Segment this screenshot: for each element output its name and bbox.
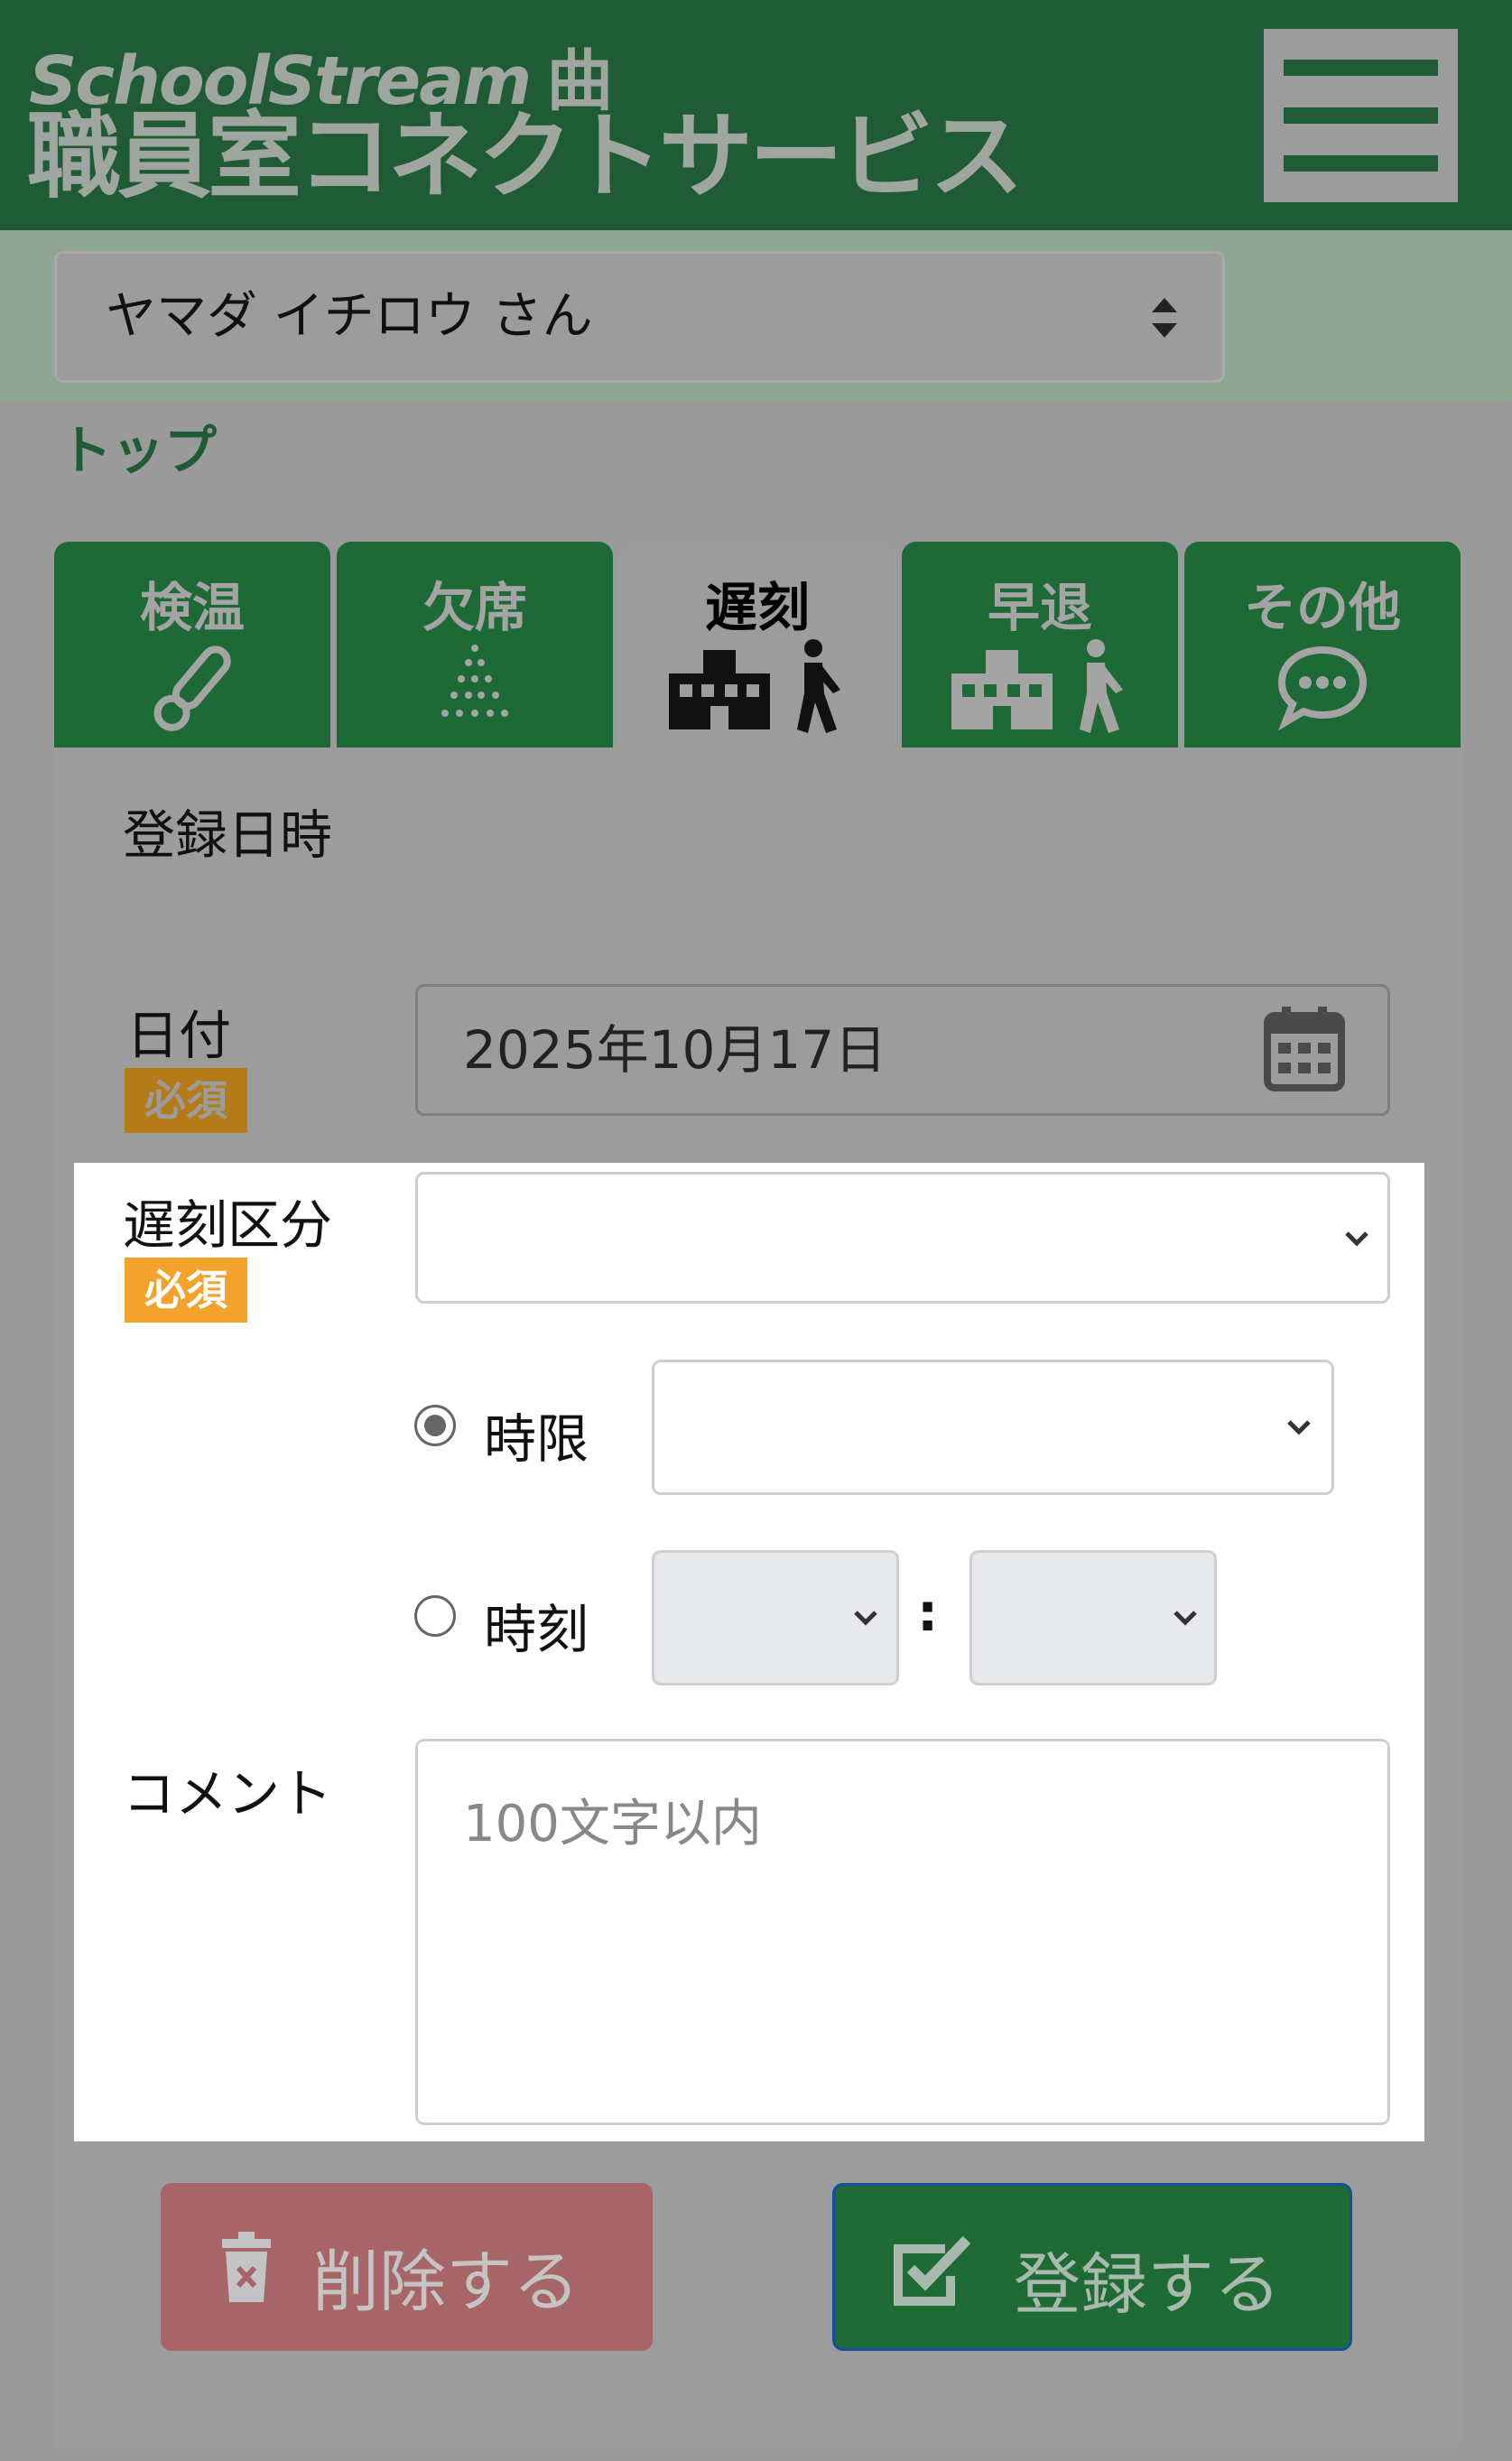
period-radio[interactable] (414, 1405, 456, 1446)
chevron-down-icon (854, 1611, 877, 1626)
app-title: 職員室コネクトサービス (27, 101, 1024, 211)
comment-textarea[interactable]: 100文字以内 (415, 1739, 1390, 2125)
sort-arrows-icon (1152, 298, 1177, 338)
chevron-down-icon (1173, 1611, 1197, 1626)
register-label: 登録する (1014, 2246, 1281, 2324)
tab-other[interactable]: その他 (1184, 542, 1461, 748)
time-option-label: 時刻 (484, 1599, 589, 1660)
date-field[interactable]: 2025年10月17日 (415, 984, 1390, 1116)
chevron-down-icon (1345, 1231, 1368, 1247)
tab-label: その他 (1243, 577, 1401, 638)
hamburger-menu-icon[interactable] (1264, 29, 1458, 202)
register-button[interactable]: 登録する (832, 2183, 1352, 2351)
tab-early-leave[interactable]: 早退 (902, 542, 1178, 748)
tab-absence[interactable]: 欠席 (337, 542, 613, 748)
comment-label: コメント (123, 1763, 333, 1825)
tab-label: 欠席 (422, 577, 527, 638)
tab-temperature[interactable]: 検温 (54, 542, 330, 748)
delete-button[interactable]: 削除する (161, 2183, 653, 2351)
trash-icon (222, 2232, 271, 2302)
thermometer-icon (153, 645, 231, 731)
date-label: 日付 (126, 1005, 232, 1066)
absence-dots-icon (441, 645, 508, 717)
chevron-down-icon (1287, 1420, 1311, 1435)
tab-label: 早退 (987, 577, 1092, 638)
time-separator: : (917, 1582, 939, 1643)
delete-label: 削除する (312, 2243, 580, 2321)
calendar-icon[interactable] (1264, 1005, 1345, 1091)
breadcrumb[interactable]: トップ (60, 408, 217, 484)
tab-label: 検温 (139, 577, 245, 638)
tab-late[interactable]: 遅刻 (619, 542, 895, 748)
time-radio[interactable] (414, 1595, 456, 1637)
tab-label: 遅刻 (704, 577, 810, 638)
checkbox-check-icon (894, 2235, 971, 2306)
user-select[interactable]: ヤマダ イチロウ さん (54, 251, 1225, 383)
late-type-select[interactable] (415, 1172, 1390, 1304)
period-option-label: 時限 (484, 1408, 589, 1470)
period-select[interactable] (652, 1360, 1334, 1495)
school-walker-icon (669, 639, 840, 733)
speech-bubble-icon (1277, 645, 1368, 731)
required-badge: 必須 (125, 1068, 247, 1133)
required-badge: 必須 (125, 1258, 247, 1323)
late-type-label: 遅刻区分 (123, 1194, 333, 1256)
school-walker-icon (951, 639, 1123, 733)
section-title: 登録日時 (123, 804, 333, 866)
